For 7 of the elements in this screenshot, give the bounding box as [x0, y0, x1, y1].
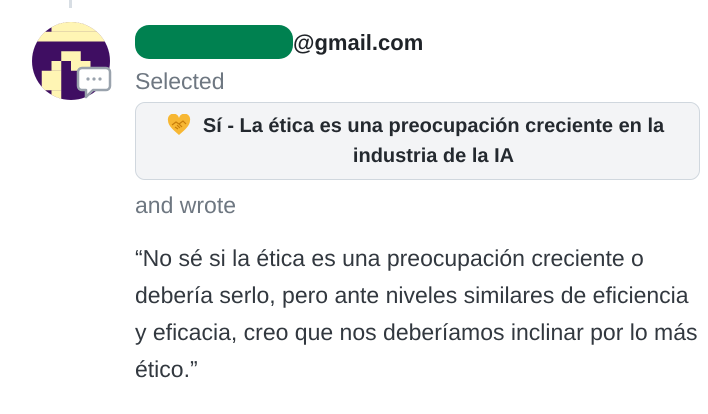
author-email: @gmail.com	[293, 28, 424, 57]
selected-option: Sí - La ética es una preocupación creciente en la industria de la IA	[135, 102, 700, 180]
selected-label: Selected	[135, 67, 226, 96]
wrote-label: and wrote	[135, 191, 238, 220]
handshake-icon	[166, 114, 190, 136]
comment-icon	[76, 66, 112, 100]
comment-text: “No sé si la ética es una preocupación creciente o debería serlo, pero ante niveles similares de eficiencia y eficacia, creo que nos deberíamos inclinar por lo más ético.”	[135, 244, 699, 384]
